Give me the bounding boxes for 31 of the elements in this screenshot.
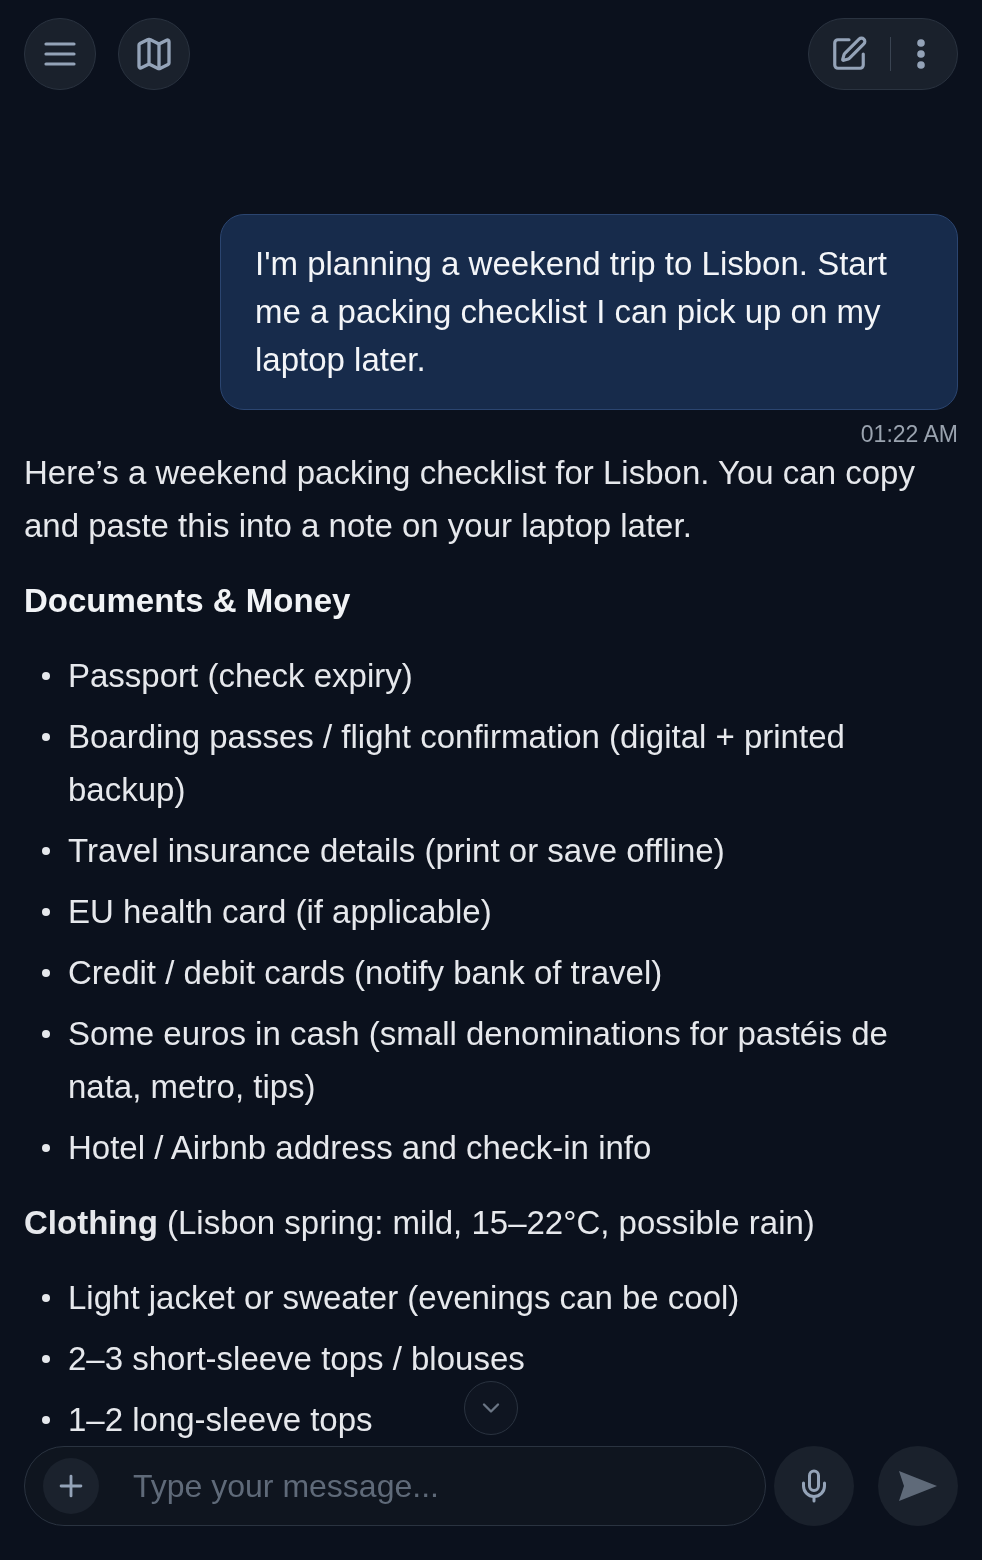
bullet-icon (42, 847, 50, 855)
send-icon (898, 1470, 938, 1502)
bullet-icon (42, 1355, 50, 1363)
square-pen-icon (830, 35, 868, 73)
more-icon (917, 39, 925, 69)
bullet-icon (42, 1030, 50, 1038)
user-message-text: I'm planning a weekend trip to Lisbon. Start me a packing checklist I can pick up on my laptop later. (255, 244, 888, 380)
list-item-text: 1–2 long-sleeve tops (68, 1400, 373, 1440)
list-item-text: Hotel / Airbnb address and check-in info (68, 1128, 652, 1168)
list-item-text: Boarding passes / flight confirmation (digital + printed backup) (68, 717, 846, 810)
list-item-text: EU health card (if applicable) (68, 892, 492, 932)
section-heading: Documents & Money (24, 581, 352, 621)
message-composer[interactable]: Type your message... (24, 1446, 766, 1526)
bullet-icon (42, 1144, 50, 1152)
list-item-text: Travel insurance details (print or save offline) (68, 831, 725, 871)
bullet-icon (42, 969, 50, 977)
bullet-icon (42, 908, 50, 916)
list-item-text: Light jacket or sweater (evenings can be cool) (68, 1278, 740, 1318)
message-input[interactable]: Type your message... (133, 1462, 741, 1510)
bullet-icon (42, 672, 50, 680)
menu-icon (44, 42, 76, 66)
bullet-icon (42, 1416, 50, 1424)
bullet-icon (42, 733, 50, 741)
list-item-text: Passport (check expiry) (68, 656, 413, 696)
message-paragraph: Clothing (Lisbon spring: mild, 15–22°C, possible rain) (24, 1203, 816, 1243)
list-item-text: Some euros in cash (small denominations for pastéis de nata, metro, tips) (68, 1014, 889, 1107)
message-paragraph: Here’s a weekend packing checklist for Lisbon. You can copy and paste this into a note on your laptop later. (24, 453, 916, 546)
list-item-text: 2–3 short-sleeve tops / blouses (68, 1339, 525, 1379)
message-timestamp: 01:22 AM (860, 422, 958, 446)
bullet-icon (42, 1294, 50, 1302)
list-item-text: Credit / debit cards (notify bank of travel) (68, 953, 663, 993)
